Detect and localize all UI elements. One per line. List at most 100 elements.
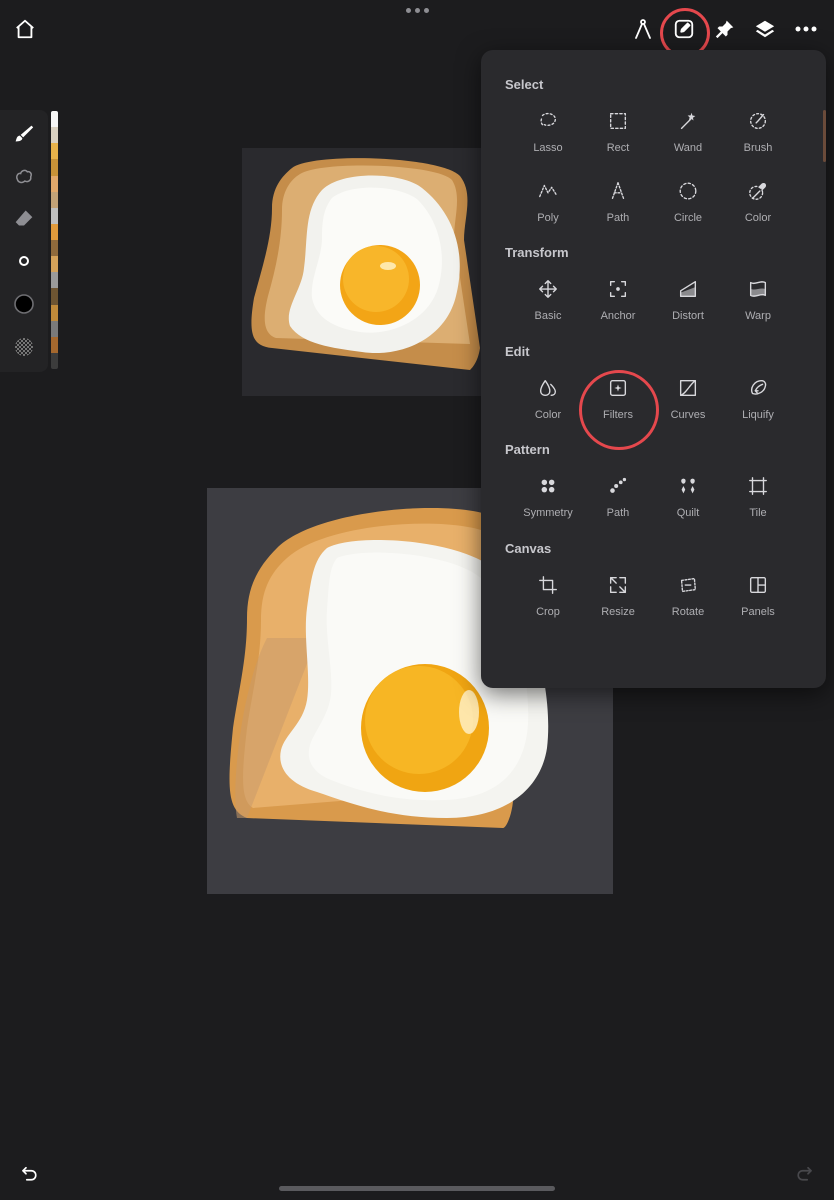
quilt-icon <box>675 473 701 499</box>
brush-size-icon <box>19 256 29 266</box>
smudge-icon <box>16 169 32 184</box>
tool-label: Color <box>744 212 772 224</box>
more-icon <box>795 26 817 32</box>
tool-transform-anchor[interactable]: Anchor <box>583 276 653 332</box>
tool-label: Wand <box>673 142 703 154</box>
tile-icon <box>745 473 771 499</box>
tool-label: Curves <box>670 409 706 421</box>
section-title-select: Select <box>505 77 544 92</box>
section-title-edit: Edit <box>505 344 530 359</box>
tool-pattern-tile[interactable]: Tile <box>723 473 793 529</box>
tool-pattern-quilt[interactable]: Quilt <box>653 473 723 529</box>
tool-label: Distort <box>672 310 704 322</box>
layers-button[interactable] <box>752 16 778 42</box>
tool-transform-warp[interactable]: Warp <box>723 276 793 332</box>
resize-icon <box>605 572 631 598</box>
brush-icon <box>15 125 34 142</box>
opacity-control[interactable] <box>10 333 38 361</box>
tool-edit-filters[interactable]: Filters <box>583 375 653 431</box>
rotate-icon <box>675 572 701 598</box>
palette-swatch[interactable] <box>51 240 58 257</box>
home-indicator[interactable] <box>279 1186 555 1191</box>
tool-pattern-path[interactable]: Path <box>583 473 653 529</box>
tool-label: Quilt <box>676 507 700 519</box>
palette-swatch[interactable] <box>51 256 58 273</box>
tool-label: Brush <box>743 142 773 154</box>
palette-swatch[interactable] <box>51 288 58 305</box>
tool-transform-basic[interactable]: Basic <box>513 276 583 332</box>
tool-select-lasso[interactable]: Lasso <box>513 108 583 164</box>
tool-select-wand[interactable]: Wand <box>653 108 723 164</box>
section-title-pattern: Pattern <box>505 442 550 457</box>
tool-select-poly[interactable]: Poly <box>513 178 583 234</box>
tool-label: Rect <box>606 142 630 154</box>
tool-edit-curves[interactable]: Curves <box>653 375 723 431</box>
tool-label: Crop <box>536 606 560 618</box>
tool-select-rect[interactable]: Rect <box>583 108 653 164</box>
tool-canvas-panels[interactable]: Panels <box>723 572 793 628</box>
palette-swatch[interactable] <box>51 159 58 176</box>
tool-label: Warp <box>745 310 771 322</box>
palette-swatch[interactable] <box>51 304 58 321</box>
palette-swatch[interactable] <box>51 272 58 289</box>
tool-label: Lasso <box>533 142 563 154</box>
palette-swatch[interactable] <box>51 336 58 353</box>
tool-transform-distort[interactable]: Distort <box>653 276 723 332</box>
pin-button[interactable] <box>712 16 738 42</box>
tool-canvas-rotate[interactable]: Rotate <box>653 572 723 628</box>
color-circle-icon <box>14 294 34 314</box>
palette-swatch[interactable] <box>51 320 58 337</box>
symmetry-icon <box>535 473 561 499</box>
color-drops-icon <box>535 375 561 401</box>
tool-edit-color[interactable]: Color <box>513 375 583 431</box>
palette-swatch[interactable] <box>51 175 58 192</box>
move-icon <box>535 276 561 302</box>
tool-select-brush[interactable]: Brush <box>723 108 793 164</box>
undo-icon <box>22 1166 37 1181</box>
tool-label: Tile <box>749 507 767 519</box>
undo-button[interactable] <box>16 1160 42 1186</box>
tool-edit-liquify[interactable]: Liquify <box>723 375 793 431</box>
layers-icon <box>755 20 775 38</box>
palette-swatch[interactable] <box>51 207 58 224</box>
home-icon <box>16 19 34 39</box>
panels-icon <box>745 572 771 598</box>
crop-icon <box>535 572 561 598</box>
distort-icon <box>675 276 701 302</box>
rect-select-icon <box>605 108 631 134</box>
tool-label: Anchor <box>600 310 636 322</box>
home-button[interactable] <box>12 16 38 42</box>
palette-swatch[interactable] <box>51 191 58 208</box>
path-select-icon <box>605 178 631 204</box>
redo-button[interactable] <box>792 1160 818 1186</box>
tool-canvas-resize[interactable]: Resize <box>583 572 653 628</box>
window-handle[interactable] <box>406 8 429 13</box>
color-palette-strip[interactable] <box>51 111 58 369</box>
panel-scrollbar[interactable] <box>823 110 826 162</box>
tool-label: Poly <box>537 212 559 224</box>
compass-button[interactable] <box>630 16 656 42</box>
brush-tool[interactable] <box>10 120 38 148</box>
brush-size-control[interactable] <box>10 247 38 275</box>
compass-icon <box>635 19 651 39</box>
tool-label: Color <box>534 409 562 421</box>
tool-select-circle[interactable]: Circle <box>653 178 723 234</box>
smudge-tool[interactable] <box>10 162 38 190</box>
tool-pattern-symmetry[interactable]: Symmetry <box>513 473 583 529</box>
tool-select-color[interactable]: Color <box>723 178 793 234</box>
opacity-icon <box>15 338 33 356</box>
palette-swatch[interactable] <box>51 143 58 160</box>
palette-swatch[interactable] <box>51 127 58 144</box>
color-circle-control[interactable] <box>10 290 38 318</box>
tool-canvas-crop[interactable]: Crop <box>513 572 583 628</box>
liquify-icon <box>745 375 771 401</box>
reference-photo <box>242 148 482 396</box>
tool-select-path[interactable]: Path <box>583 178 653 234</box>
edit-square-button[interactable] <box>671 16 697 42</box>
more-button[interactable] <box>792 16 820 42</box>
palette-swatch[interactable] <box>51 111 58 128</box>
palette-swatch[interactable] <box>51 223 58 240</box>
palette-swatch[interactable] <box>51 352 58 369</box>
lasso-icon <box>535 108 561 134</box>
eraser-tool[interactable] <box>10 204 38 232</box>
